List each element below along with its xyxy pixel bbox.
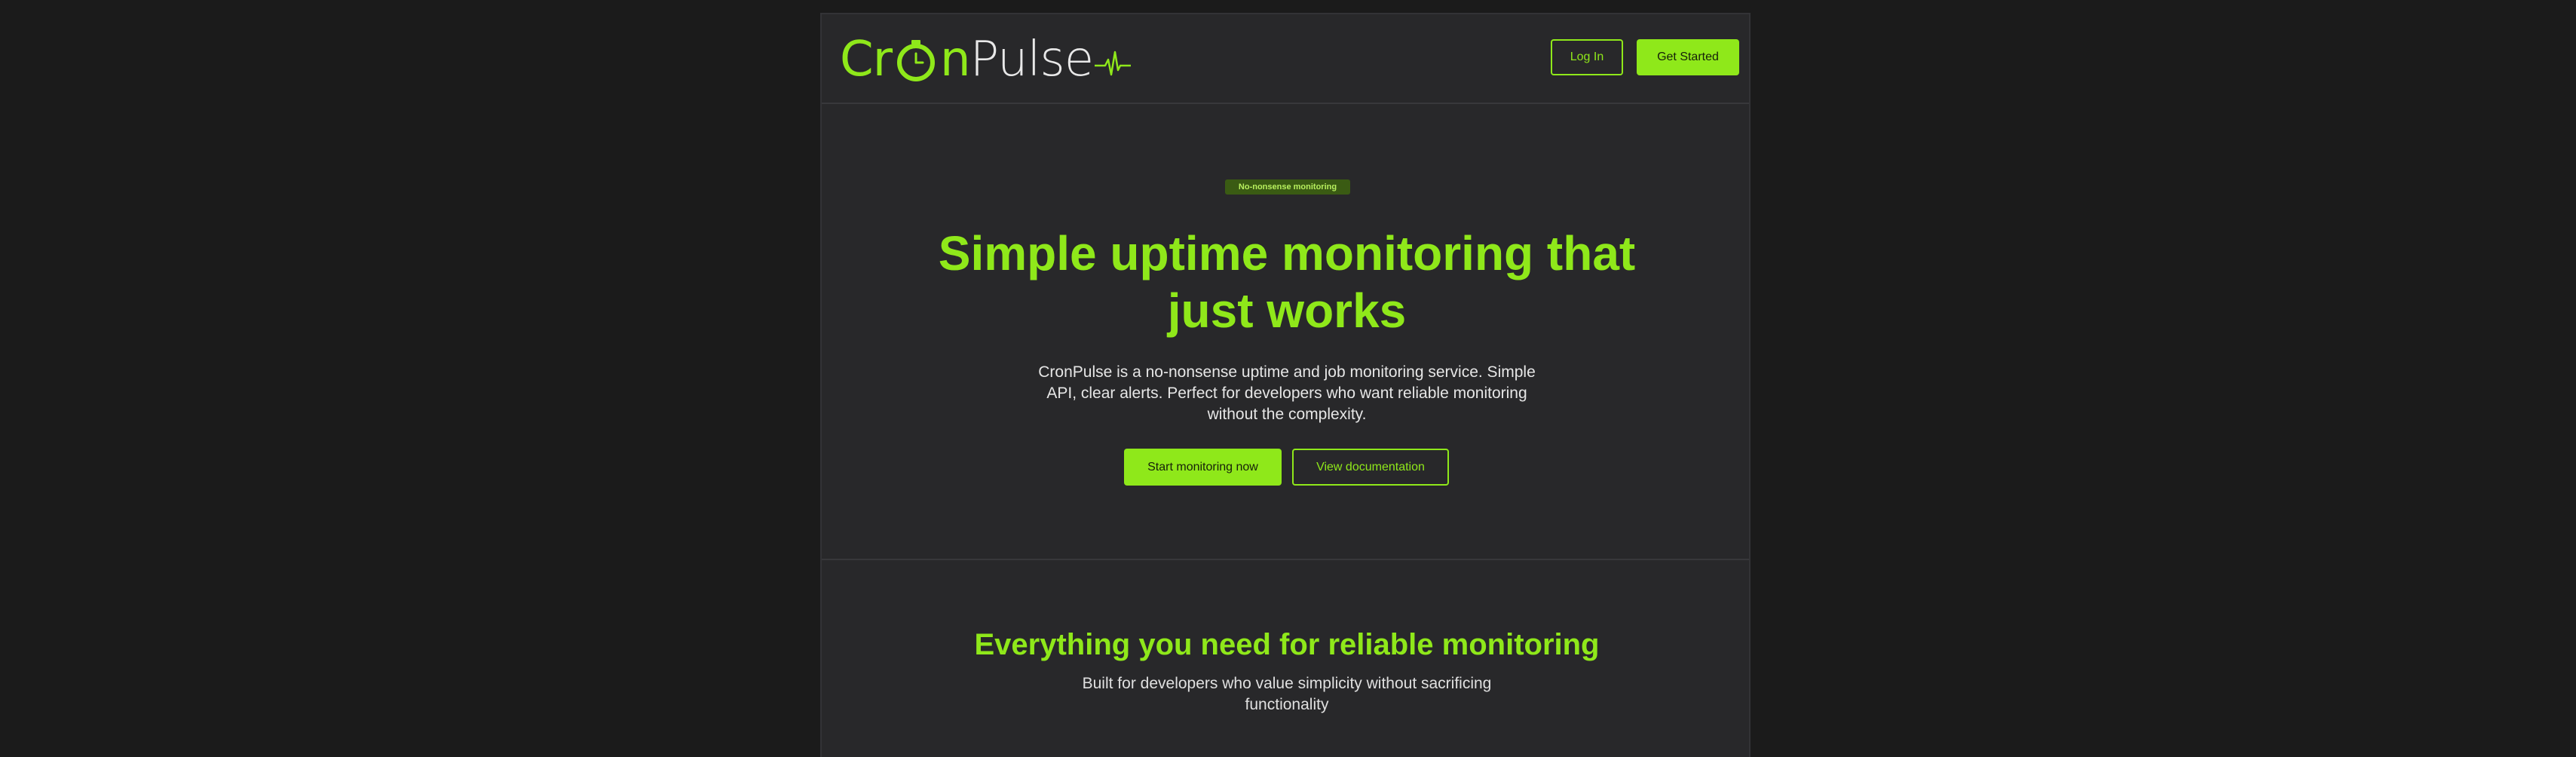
logo-wordmark: Cr n Pulse xyxy=(840,32,1132,87)
view-documentation-button[interactable]: View documentation xyxy=(1292,449,1449,486)
logo[interactable]: Cr n Pulse xyxy=(840,29,1132,90)
logo-text-pulse: Pulse xyxy=(969,32,1095,87)
hero-description: CronPulse is a no-nonsense uptime and jo… xyxy=(1038,363,1536,423)
site-header: Cr n Pulse Log In Get Started xyxy=(822,14,1749,104)
login-button[interactable]: Log In xyxy=(1551,39,1623,75)
start-monitoring-button[interactable]: Start monitoring now xyxy=(1124,449,1282,486)
get-started-button[interactable]: Get Started xyxy=(1637,39,1739,75)
hero-badge: No-nonsense monitoring xyxy=(1225,179,1350,195)
clock-icon xyxy=(897,40,935,81)
features-subtitle: Built for developers who value simplicit… xyxy=(1082,675,1492,713)
features-title: Everything you need for reliable monitor… xyxy=(974,628,1600,661)
hero-section: No-nonsense monitoring Simple uptime mon… xyxy=(822,104,1749,560)
hero-title: Simple uptime monitoring that just works xyxy=(938,226,1636,338)
heartbeat-icon xyxy=(1095,51,1132,76)
logo-text-n: n xyxy=(940,32,971,87)
landing-page: Cr n Pulse Log In Get Started No-nonsens… xyxy=(820,13,1751,757)
logo-text-cr: Cr xyxy=(840,32,893,87)
